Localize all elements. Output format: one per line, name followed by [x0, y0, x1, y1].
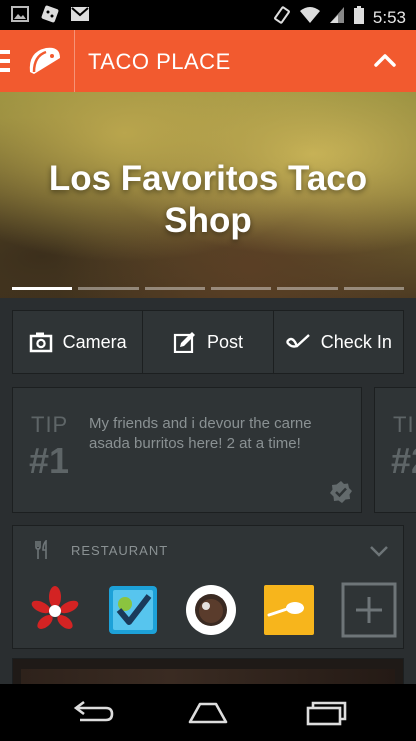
chevron-up-icon[interactable] [372, 50, 398, 70]
header-title: TACO PLACE [88, 49, 231, 74]
recents-icon[interactable] [304, 700, 348, 726]
restaurant-panel: RESTAURANT [12, 525, 404, 649]
carousel-dot [210, 287, 272, 290]
post-button[interactable]: Post [143, 311, 274, 373]
rotate-icon [273, 6, 291, 29]
restaurant-label: RESTAURANT [71, 543, 169, 558]
wifi-icon [299, 6, 321, 29]
tip-number: #1 [29, 440, 70, 481]
check-in-icon [285, 334, 310, 348]
tip-text: My friends and i devour the carne asada … [89, 415, 312, 452]
home-icon[interactable] [186, 700, 230, 726]
check-in-label: Check In [320, 331, 392, 352]
camera-button[interactable]: Camera [13, 311, 144, 373]
dice-notification-icon [40, 5, 60, 23]
yelp-icon[interactable] [29, 584, 81, 636]
tip-word: TI [393, 412, 415, 437]
battery-icon [353, 5, 365, 30]
carousel-dot [277, 287, 338, 290]
header-divider [74, 30, 75, 92]
carousel-dot [78, 287, 139, 290]
status-time: 5:53 [372, 7, 406, 27]
fork-knife-icon [35, 540, 47, 559]
tip-card[interactable]: TI #2 [374, 387, 416, 513]
chevron-down-icon[interactable] [369, 544, 389, 558]
hero-banner[interactable]: Los Favoritos Taco Shop [0, 92, 416, 298]
carousel-dot [343, 287, 404, 290]
signal-icon [329, 6, 345, 29]
tip-word: TIP [31, 412, 69, 437]
camera-label: Camera [62, 331, 127, 352]
app-header: TACO PLACE [0, 30, 416, 92]
menu-icon[interactable] [0, 50, 10, 72]
taco-logo-icon [29, 47, 60, 74]
tripadvisor-icon[interactable] [185, 584, 237, 636]
tip-card[interactable]: TIP #1 My friends and i devour the carne… [12, 387, 362, 513]
back-icon[interactable] [70, 700, 114, 726]
carousel-indicator [12, 287, 404, 290]
verified-badge-icon [330, 481, 352, 503]
image-notification-icon [10, 5, 30, 23]
urbanspoon-icon[interactable] [263, 584, 315, 636]
carousel-dot [12, 287, 73, 290]
camera-icon [29, 332, 52, 353]
restaurant-name: Los Favoritos Taco Shop [48, 159, 368, 240]
add-app-icon[interactable] [341, 582, 397, 638]
action-bar: Camera Post Check In [12, 310, 404, 374]
post-label: Post [206, 331, 243, 352]
photo-thumbnail [21, 669, 395, 684]
status-bar: 5:53 [0, 0, 416, 30]
photo-preview[interactable] [12, 658, 404, 684]
navigation-bar [0, 684, 416, 741]
foursquare-icon[interactable] [107, 584, 159, 636]
tip-number: #2 [391, 440, 416, 481]
app-shortcuts [29, 582, 399, 640]
app-container: TACO PLACE Los Favoritos Taco Shop Camer… [0, 30, 416, 684]
check-in-button[interactable]: Check In [274, 311, 403, 373]
carousel-dot [144, 287, 205, 290]
gmail-notification-icon [70, 5, 90, 23]
edit-icon [173, 332, 195, 353]
